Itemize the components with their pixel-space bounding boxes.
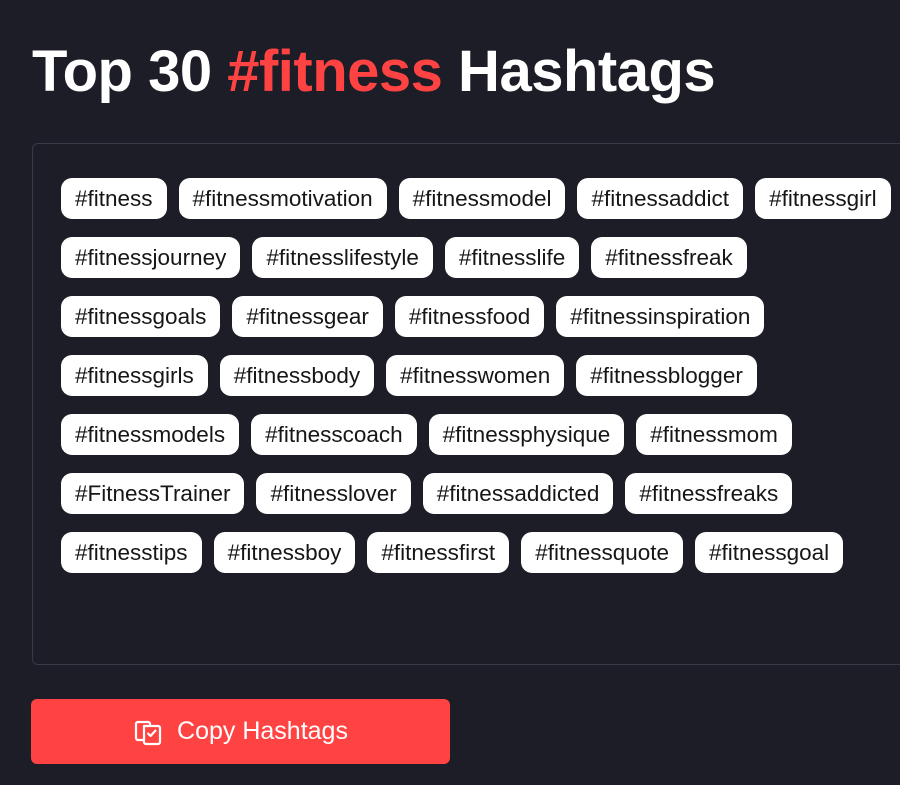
- hashtag-page: Top 30 #fitness Hashtags #fitness #fitnes…: [0, 0, 900, 785]
- hashtag-chip[interactable]: #fitnessgirls: [61, 355, 208, 396]
- hashtag-chip[interactable]: #fitnesswomen: [386, 355, 565, 396]
- hashtag-chip[interactable]: #fitnessfreak: [591, 237, 747, 278]
- hashtag-chip[interactable]: #fitnessaddicted: [422, 473, 614, 514]
- hashtag-chip[interactable]: #fitnessgirl: [755, 178, 891, 219]
- hashtag-list: #fitness #fitnessmotivation #fitnessmodel #…: [61, 178, 891, 573]
- hashtag-chip[interactable]: #fitnessbody: [219, 355, 375, 396]
- hashtag-chip[interactable]: #fitnessblogger: [576, 355, 757, 396]
- hashtag-chip[interactable]: #fitnessgoals: [61, 296, 221, 337]
- hashtag-chip[interactable]: #fitnessmotivation: [178, 178, 387, 219]
- hashtag-chip[interactable]: #fitnesscoach: [251, 414, 417, 455]
- hashtag-chip[interactable]: #fitnessquote: [521, 532, 684, 573]
- hashtag-chip[interactable]: #fitnessaddict: [577, 178, 744, 219]
- hashtag-chip[interactable]: #fitnesslife: [444, 237, 580, 278]
- hashtag-chip[interactable]: #fitnessmodel: [398, 178, 566, 219]
- hashtag-chip[interactable]: #fitnessmom: [636, 414, 792, 455]
- copy-hashtags-label: Copy Hashtags: [177, 717, 348, 745]
- title-prefix: Top 30: [32, 39, 228, 104]
- hashtag-chip[interactable]: #fitnessfood: [394, 296, 545, 337]
- hashtag-panel: #fitness #fitnessmotivation #fitnessmodel #…: [32, 143, 900, 665]
- hashtag-chip[interactable]: #fitnessgear: [232, 296, 383, 337]
- title-suffix: Hashtags: [442, 39, 716, 104]
- hashtag-chip[interactable]: #fitnessmodels: [61, 414, 240, 455]
- hashtag-chip[interactable]: #fitnessfreaks: [625, 473, 793, 514]
- hashtag-chip[interactable]: #fitnessgoal: [695, 532, 844, 573]
- hashtag-chip[interactable]: #fitnessinspiration: [556, 296, 765, 337]
- copy-hashtags-button[interactable]: Copy Hashtags: [31, 699, 450, 764]
- hashtag-chip[interactable]: #fitnesslover: [256, 473, 411, 514]
- hashtag-chip[interactable]: #fitnessjourney: [61, 237, 241, 278]
- copy-icon: [133, 717, 163, 747]
- hashtag-chip[interactable]: #fitness: [61, 178, 167, 219]
- hashtag-chip[interactable]: #fitnesslifestyle: [252, 237, 433, 278]
- hashtag-chip[interactable]: #FitnessTrainer: [61, 473, 245, 514]
- title-highlight: #fitness: [227, 39, 443, 104]
- hashtag-chip[interactable]: #fitnessfirst: [367, 532, 510, 573]
- page-title: Top 30 #fitness Hashtags: [32, 34, 716, 110]
- hashtag-chip[interactable]: #fitnessboy: [213, 532, 356, 573]
- hashtag-chip[interactable]: #fitnessphysique: [428, 414, 625, 455]
- hashtag-chip[interactable]: #fitnesstips: [61, 532, 202, 573]
